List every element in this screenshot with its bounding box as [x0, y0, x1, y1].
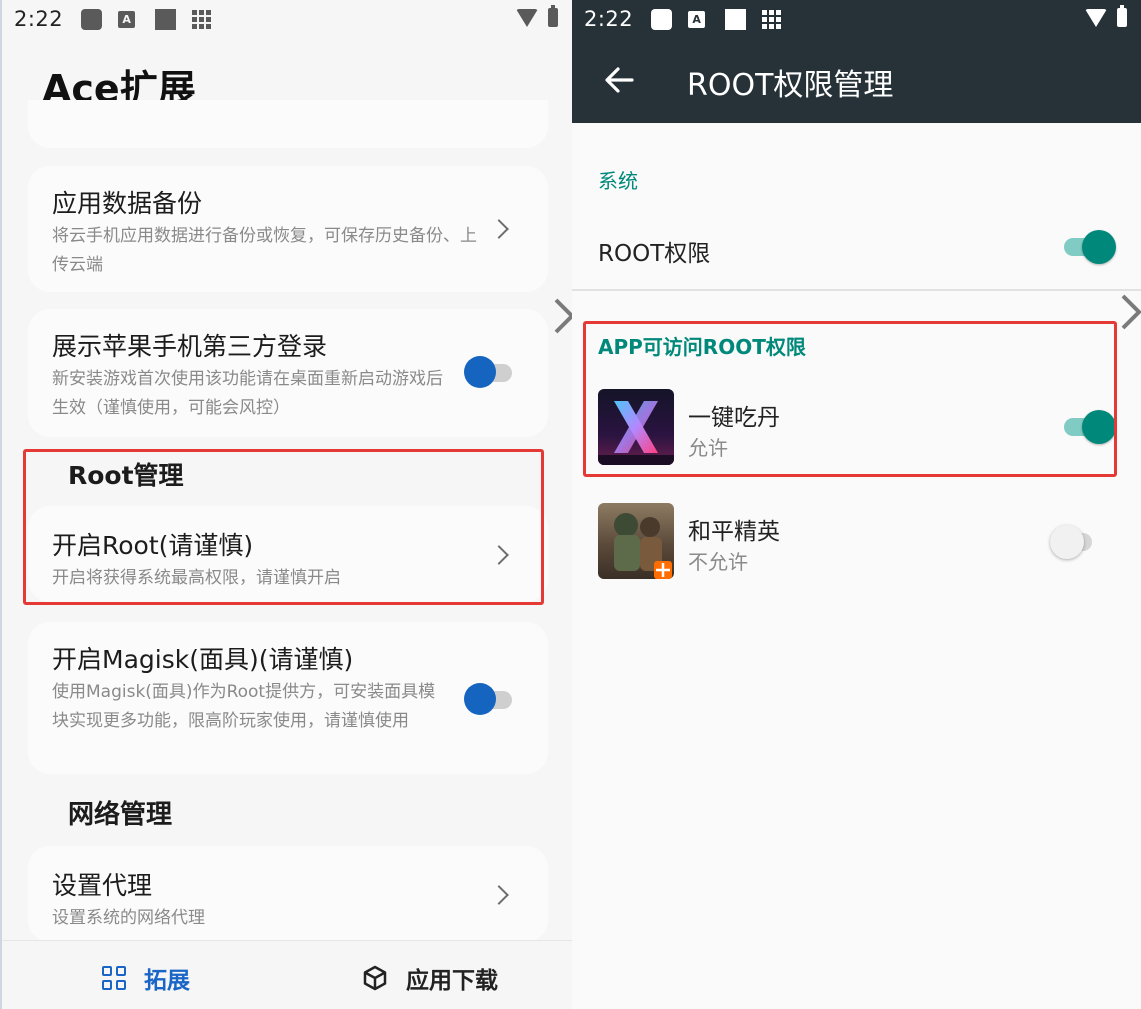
card-title: 开启Magisk(面具)(请谨慎): [52, 645, 354, 674]
app-status: 不允许: [688, 550, 748, 574]
bottom-nav: 拓展 应用下载: [2, 940, 572, 1009]
app-icon-hepingjingying: [598, 503, 674, 579]
wifi-icon: [1085, 8, 1107, 27]
cube-icon: [363, 965, 387, 991]
card-apple-login: 展示苹果手机第三方登录 新安装游戏首次使用该功能请在桌面重新启动游戏后生效（谨慎…: [28, 309, 548, 437]
app-name: 和平精英: [688, 519, 780, 545]
highlight-box: [583, 321, 1117, 477]
divider: [572, 289, 1141, 291]
chevron-right-icon: [489, 219, 509, 239]
right-screen: 2:22 A ROOT权限管理 系统 ROOT权限 APP可访问ROOT权限 一…: [572, 0, 1141, 1009]
highlight-box: [23, 449, 544, 605]
section-system: 系统: [598, 169, 638, 193]
root-permission-label: ROOT权限: [598, 241, 711, 267]
a-icon: A: [688, 10, 706, 28]
card-title: 设置代理: [52, 871, 153, 900]
status-bar: 2:22 A: [2, 0, 572, 38]
grid-apps-icon: [102, 966, 126, 990]
edge-handle-icon[interactable]: [554, 296, 572, 336]
card-desc: 使用Magisk(面具)作为Root提供方，可安装面具模块实现更多功能，限高阶玩…: [52, 682, 436, 731]
grid-icon: [762, 9, 782, 29]
card-desc: 设置系统的网络代理: [52, 908, 205, 928]
card-proxy[interactable]: 设置代理 设置系统的网络代理: [28, 846, 548, 942]
a-icon: A: [118, 10, 136, 28]
grid-icon: [192, 9, 212, 29]
battery-icon: [1117, 5, 1127, 27]
card-title: 展示苹果手机第三方登录: [52, 332, 328, 361]
nav-extend-label: 拓展: [144, 968, 190, 994]
card-partial: [28, 100, 548, 148]
app-root-toggle[interactable]: [1050, 524, 1106, 560]
square-icon: [155, 8, 177, 30]
card-magisk: 开启Magisk(面具)(请谨慎) 使用Magisk(面具)作为Root提供方，…: [28, 622, 548, 774]
card-data-backup[interactable]: 应用数据备份 将云手机应用数据进行备份或恢复，可保存历史备份、上传云端: [28, 166, 548, 292]
nav-download[interactable]: 应用下载: [362, 961, 498, 995]
page-title: ROOT权限管理: [687, 68, 894, 103]
card-desc: 将云手机应用数据进行备份或恢复，可保存历史备份、上传云端: [52, 226, 477, 275]
notification-icon: [81, 8, 103, 30]
battery-icon: [548, 5, 558, 27]
status-bar: 2:22 A: [572, 0, 1141, 38]
nav-download-label: 应用下载: [406, 968, 498, 994]
notification-icon: [651, 8, 673, 30]
chevron-right-icon: [489, 885, 509, 905]
wifi-icon: [516, 8, 538, 27]
edge-handle-icon[interactable]: [1121, 292, 1141, 332]
root-permission-toggle[interactable]: [1062, 229, 1118, 265]
section-network: 网络管理: [68, 800, 173, 830]
card-desc: 新安装游戏首次使用该功能请在桌面重新启动游戏后生效（谨慎使用，可能会风控）: [52, 369, 443, 418]
status-time: 2:22: [14, 7, 64, 31]
card-title: 应用数据备份: [52, 189, 203, 218]
nav-extend[interactable]: 拓展: [102, 961, 190, 995]
status-time: 2:22: [584, 7, 634, 31]
square-icon: [725, 8, 747, 30]
left-screen: 2:22 A Ace扩展 应用数据备份 将云手机应用数据进行备份或恢复，可保存历…: [0, 0, 572, 1009]
back-arrow-icon[interactable]: [602, 60, 638, 100]
magisk-toggle[interactable]: [464, 682, 514, 716]
apple-login-toggle[interactable]: [464, 355, 514, 389]
